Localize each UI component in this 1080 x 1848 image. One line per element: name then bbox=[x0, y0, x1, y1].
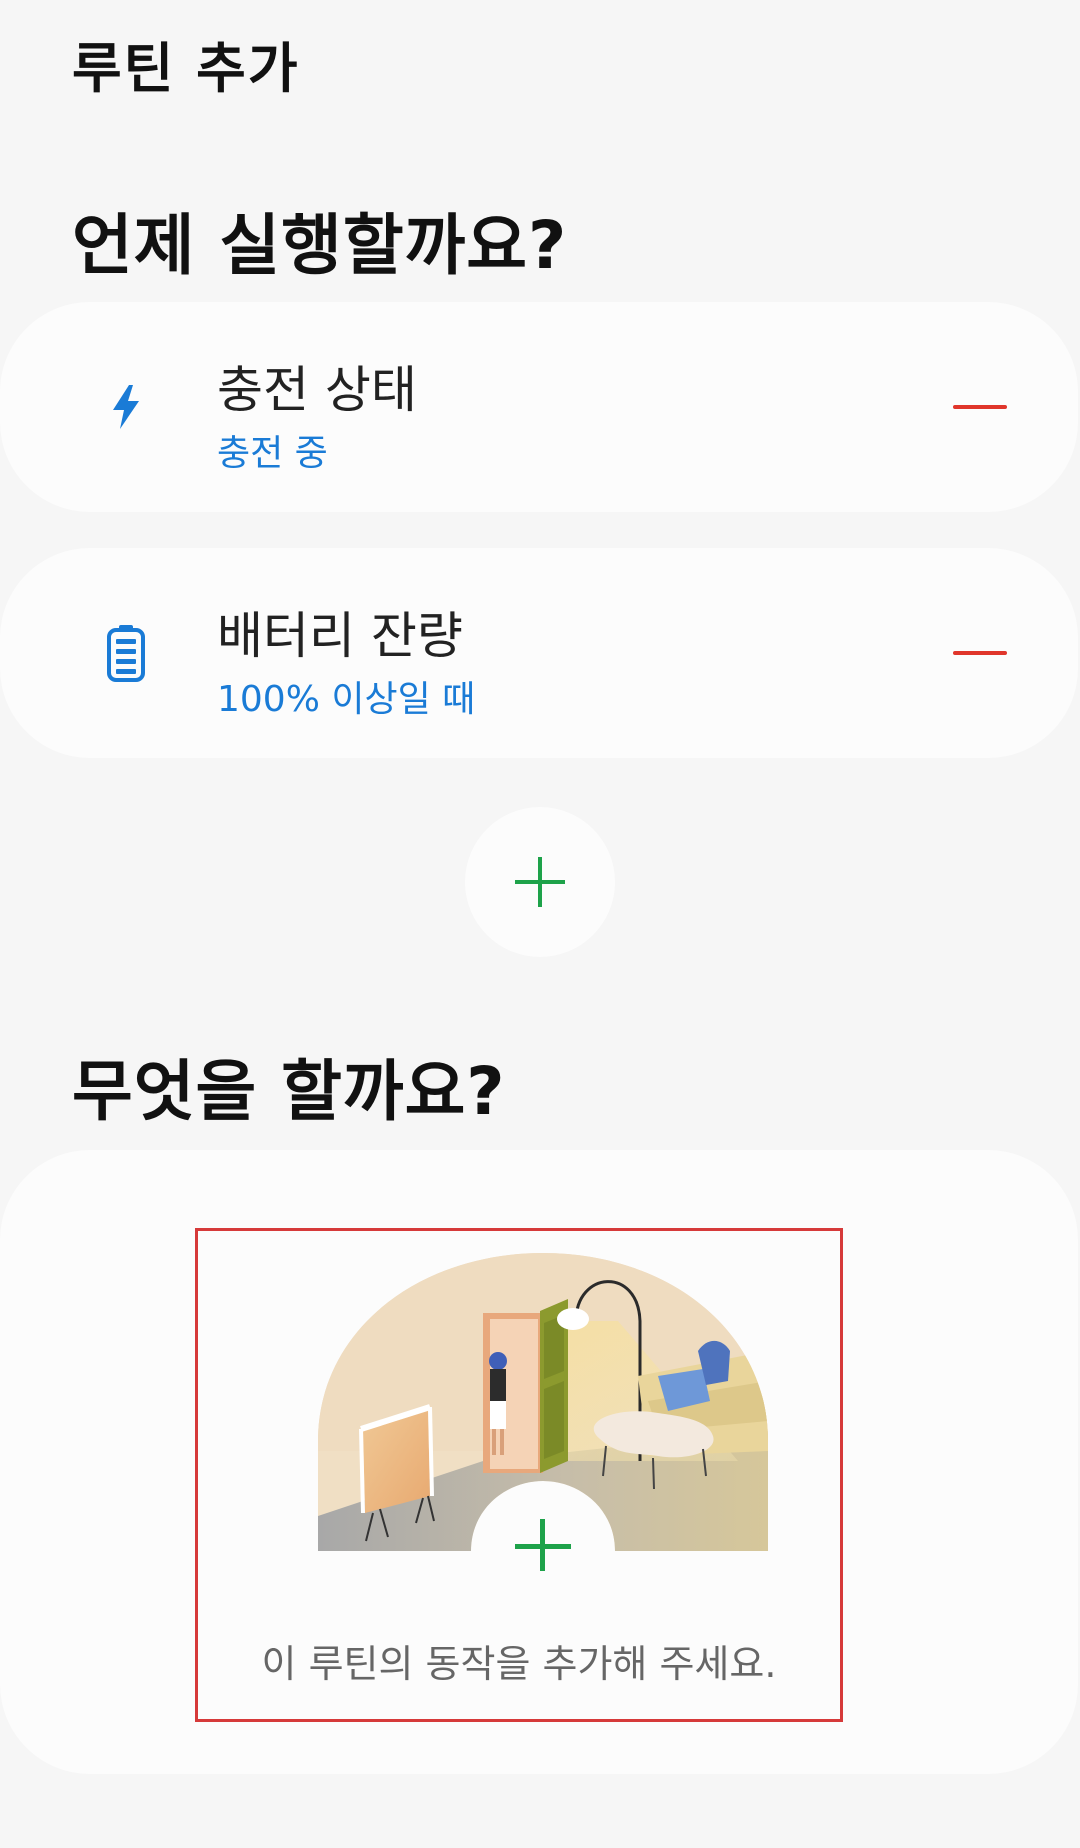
minus-icon bbox=[953, 405, 1007, 409]
add-condition-button[interactable] bbox=[465, 807, 615, 957]
action-card: 이 루틴의 동작을 추가해 주세요. bbox=[0, 1150, 1078, 1774]
condition-label: 충전 상태 bbox=[217, 361, 417, 419]
condition-card-battery[interactable]: 배터리 잔량 100% 이상일 때 bbox=[0, 548, 1078, 758]
lightning-icon bbox=[96, 374, 156, 440]
when-section-title: 언제 실행할까요? bbox=[72, 207, 568, 284]
condition-card-charging[interactable]: 충전 상태 충전 중 bbox=[0, 302, 1078, 512]
condition-label: 배터리 잔량 bbox=[217, 607, 463, 665]
add-routine-screen: 루틴 추가 언제 실행할까요? 충전 상태 충전 중 배터리 잔량 100% 이… bbox=[0, 0, 1080, 1848]
page-title: 루틴 추가 bbox=[72, 37, 300, 100]
battery-icon bbox=[96, 620, 156, 686]
plus-icon bbox=[515, 857, 565, 907]
remove-condition-button[interactable] bbox=[940, 372, 1020, 442]
room-illustration bbox=[318, 1253, 768, 1571]
add-action-hint: 이 루틴의 동작을 추가해 주세요. bbox=[261, 1642, 777, 1686]
remove-condition-button[interactable] bbox=[940, 618, 1020, 688]
add-action-button[interactable]: 이 루틴의 동작을 추가해 주세요. bbox=[195, 1228, 843, 1722]
minus-icon bbox=[953, 651, 1007, 655]
condition-value: 충전 중 bbox=[217, 433, 328, 474]
what-section-title: 무엇을 할까요? bbox=[72, 1053, 506, 1130]
condition-value: 100% 이상일 때 bbox=[217, 679, 476, 720]
